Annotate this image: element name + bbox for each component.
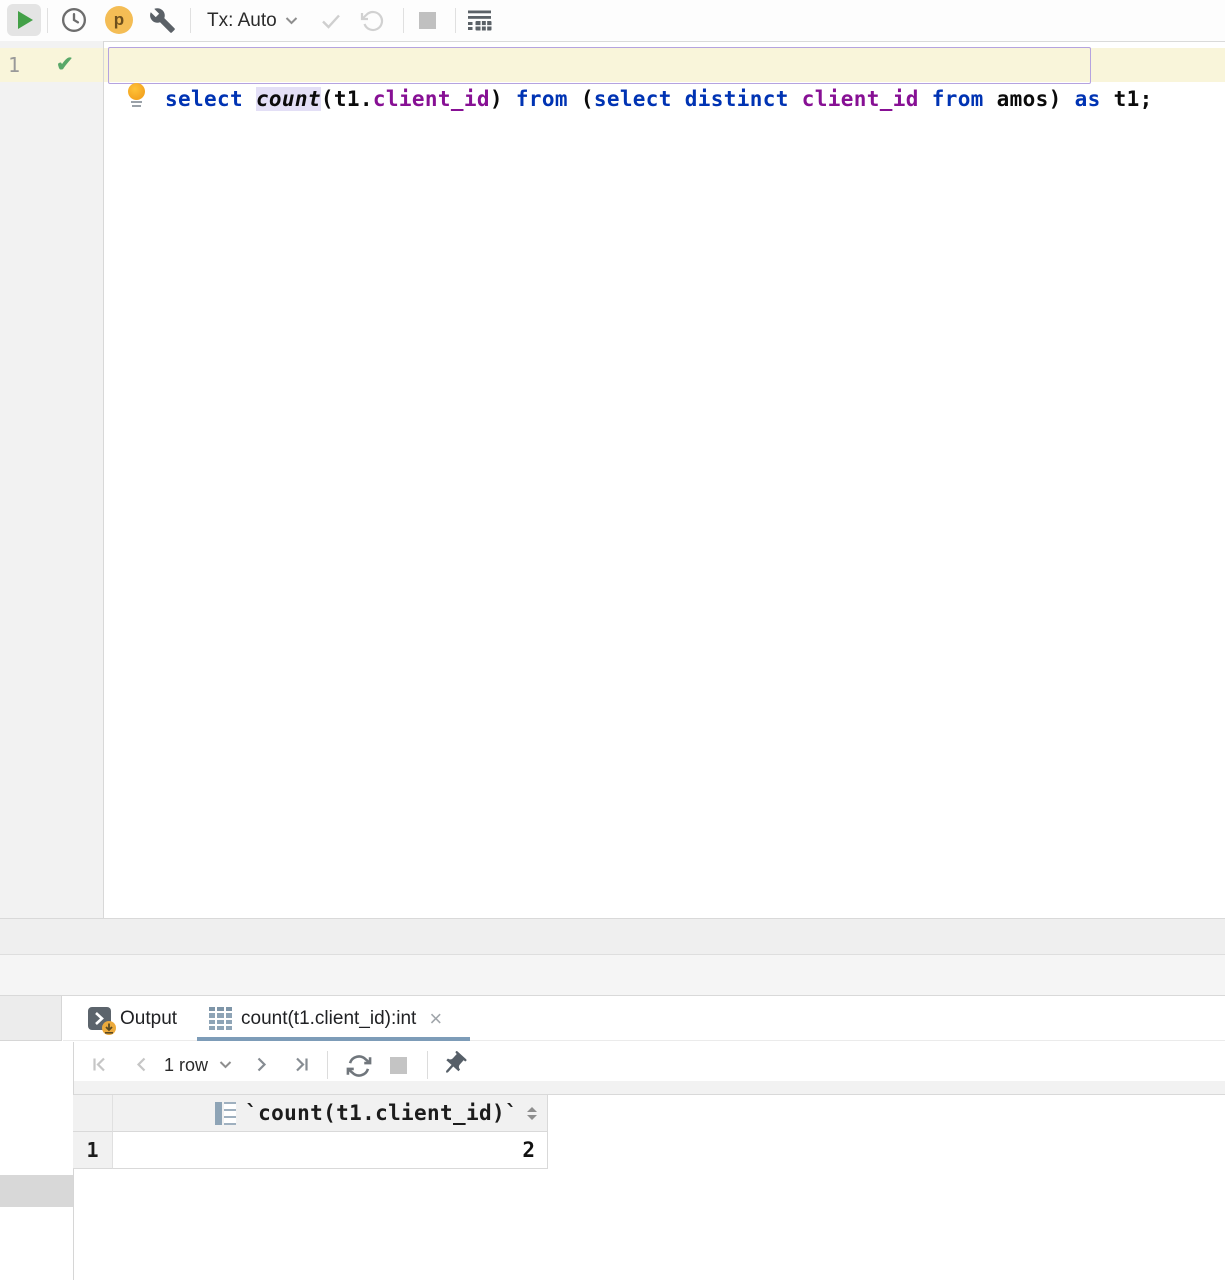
intention-bulb-base [132,105,141,107]
table-icon [209,1007,232,1030]
sql-token[interactable]: ( [568,87,594,111]
sql-token[interactable]: distinct [685,87,789,111]
chevron-left-icon [136,1057,146,1072]
commit-button[interactable] [319,9,343,33]
tx-mode-dropdown[interactable]: Tx: Auto [207,0,298,41]
main-toolbar [0,0,1225,42]
chevron-right-icon [257,1057,267,1072]
pin-tab-button[interactable] [440,1050,468,1078]
grid-cell-value[interactable]: 2 [113,1132,548,1169]
first-page-icon [93,1057,105,1072]
chevron-down-icon [285,17,297,25]
play-icon [18,11,33,29]
column-table-icon [215,1101,237,1125]
sql-token[interactable]: select [165,87,256,111]
statement-executed-check-icon: ✔ [56,53,74,76]
splitter-band[interactable] [0,955,1225,995]
sql-token[interactable]: count [255,87,321,111]
close-icon[interactable]: × [429,1007,442,1030]
sql-token[interactable]: client_id [373,87,490,111]
sql-token[interactable]: t1 [1101,87,1140,111]
sql-token[interactable]: from [516,87,568,111]
sql-token[interactable] [919,87,932,111]
toolbar-separator [427,1051,428,1079]
sql-console-window: p Tx: Auto 1 ✔ select count(t1.client_id… [0,0,1225,1280]
clock-icon [61,7,87,33]
previous-page-button[interactable] [130,1053,153,1076]
refresh-button[interactable] [345,1052,373,1080]
sql-token[interactable]: from [932,87,984,111]
left-scrollbar-thumb[interactable] [0,1175,73,1207]
active-tab-underline [197,1037,470,1041]
in-editor-results-icon [468,10,492,31]
grid-top-strip [74,1081,1225,1095]
wrench-icon [150,8,175,33]
toolbar-separator [327,1051,328,1079]
page-size-label: 1 row [164,1055,209,1075]
sql-token[interactable]: select [594,87,672,111]
column-header-label: `count(t1.client_id)` [245,1101,518,1125]
settings-button[interactable] [149,7,176,34]
tab-output[interactable]: Output [88,996,177,1041]
next-page-button[interactable] [250,1053,273,1076]
output-download-badge-icon [102,1021,116,1035]
session-badge-letter: p [113,10,125,29]
last-page-icon [296,1057,308,1072]
tab-output-label: Output [120,1007,178,1029]
sql-token[interactable]: (t1. [321,87,373,111]
line-number: 1 [8,53,21,77]
intention-bulb-base [131,101,142,103]
rollback-icon [360,10,384,32]
stop-button[interactable] [419,12,436,29]
row-number[interactable]: 1 [73,1132,113,1169]
console-output-icon [88,1007,116,1035]
sql-token[interactable]: client_id [802,87,919,111]
chevron-down-icon [219,1061,232,1069]
tabbar-left-block [0,996,62,1041]
commit-check-icon [322,14,340,29]
page-size-chevron[interactable] [219,1060,232,1069]
run-button[interactable] [7,4,41,36]
sql-token[interactable] [789,87,802,111]
session-badge[interactable]: p [105,6,133,34]
toolbar-separator [455,8,456,33]
intention-bulb-icon[interactable] [128,83,145,100]
page-size-dropdown[interactable]: 1 row [164,1052,208,1078]
toolbar-separator [47,8,48,33]
sql-token[interactable]: as [1075,87,1101,111]
tab-result[interactable]: count(t1.client_id):int × [209,996,442,1041]
sql-editor-line[interactable]: select count(t1.client_id) from (select … [113,48,1153,111]
output-mode-button[interactable] [466,8,493,33]
toolbar-separator [190,8,191,33]
rollback-button[interactable] [360,9,384,33]
stop-query-button[interactable] [390,1057,407,1074]
toolbar-separator [403,8,404,33]
splitter-band[interactable] [0,919,1225,954]
gutter-divider [103,41,104,918]
execution-history-button[interactable] [60,6,88,34]
sql-statement-tokens[interactable]: select count(t1.client_id) from (select … [165,87,1140,111]
sort-icon[interactable] [527,1106,537,1120]
tab-result-label: count(t1.client_id):int [241,1007,417,1029]
first-page-button[interactable] [88,1053,111,1076]
sql-semicolon[interactable]: ; [1140,87,1153,111]
editor-gutter [0,41,103,918]
sql-token[interactable] [672,87,685,111]
pin-icon [446,1051,467,1073]
grid-column-header[interactable]: `count(t1.client_id)` [113,1095,548,1132]
tx-mode-label: Tx: Auto [207,9,277,31]
refresh-icon [346,1055,372,1077]
sql-token[interactable]: amos) [984,87,1075,111]
last-page-button[interactable] [290,1053,313,1076]
divider [0,995,1225,996]
sql-token[interactable]: ) [490,87,516,111]
grid-corner-cell [73,1095,113,1132]
